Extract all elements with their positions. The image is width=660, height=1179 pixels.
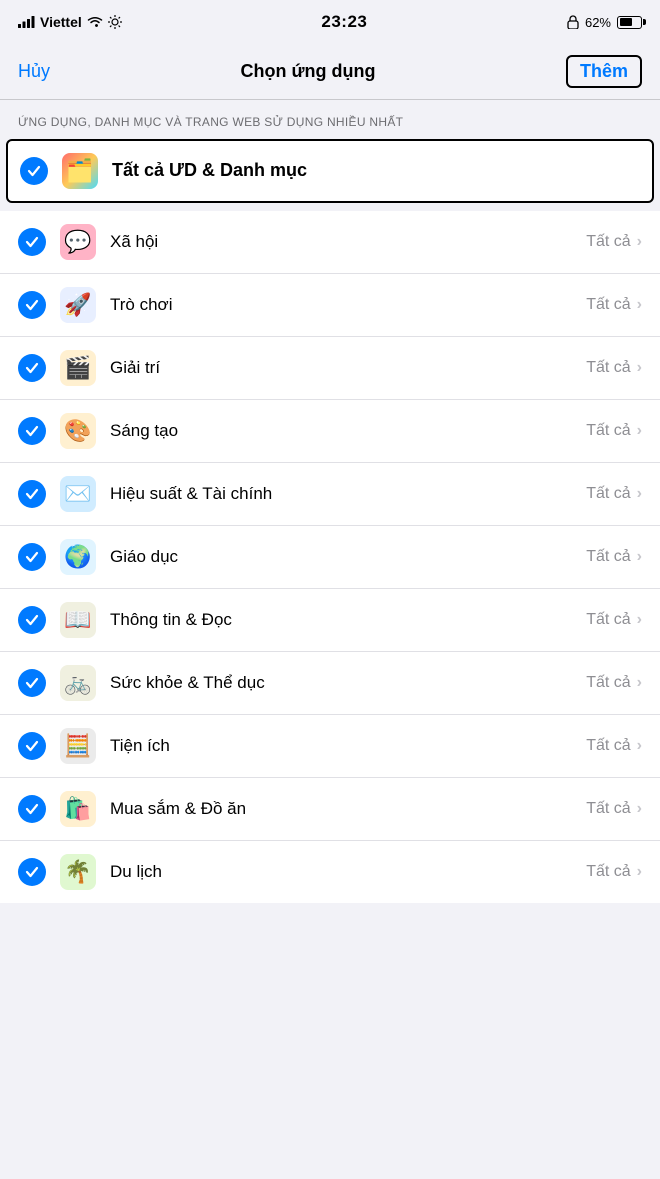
category-icon: 🌴 — [60, 854, 96, 890]
carrier-info: Viettel — [18, 14, 122, 30]
category-value: Tất cả — [586, 737, 630, 755]
check-icon — [20, 157, 48, 185]
list-item[interactable]: 🌍 Giáo dục Tất cả › — [0, 526, 660, 589]
list-item[interactable]: ✉️ Hiệu suất & Tài chính Tất cả › — [0, 463, 660, 526]
category-name: Giải trí — [110, 358, 586, 378]
check-icon — [18, 606, 46, 634]
category-value: Tất cả — [586, 296, 630, 314]
category-name: Hiệu suất & Tài chính — [110, 484, 586, 504]
list-item[interactable]: 🚀 Trò chơi Tất cả › — [0, 274, 660, 337]
chevron-icon: › — [637, 863, 642, 881]
status-right: 62% — [567, 15, 642, 30]
category-name: Giáo dục — [110, 547, 586, 567]
check-icon — [18, 543, 46, 571]
category-icon: 🚀 — [60, 287, 96, 323]
list-item[interactable]: 🎬 Giải trí Tất cả › — [0, 337, 660, 400]
category-icon: 🛍️ — [60, 791, 96, 827]
chevron-icon: › — [637, 422, 642, 440]
list-item[interactable]: 🧮 Tiện ích Tất cả › — [0, 715, 660, 778]
chevron-icon: › — [637, 359, 642, 377]
category-value: Tất cả — [586, 800, 630, 818]
chevron-icon: › — [637, 296, 642, 314]
signal-icon — [18, 16, 35, 28]
check-icon — [18, 795, 46, 823]
category-name: Xã hội — [110, 232, 586, 252]
check-icon — [18, 354, 46, 382]
brightness-icon — [108, 15, 122, 29]
category-icon: 🎨 — [60, 413, 96, 449]
chevron-icon: › — [637, 800, 642, 818]
check-icon — [18, 228, 46, 256]
all-apps-label: Tất cả ƯD & Danh mục — [112, 160, 640, 181]
category-list: 💬 Xã hội Tất cả › 🚀 Trò chơi Tất cả › 🎬 … — [0, 211, 660, 903]
battery-icon — [617, 16, 642, 29]
category-name: Du lịch — [110, 862, 586, 882]
category-name: Mua sắm & Đồ ăn — [110, 799, 586, 819]
carrier-name: Viettel — [40, 14, 82, 30]
status-time: 23:23 — [321, 12, 367, 32]
list-item[interactable]: 🚲 Sức khỏe & Thể dục Tất cả › — [0, 652, 660, 715]
category-name: Trò chơi — [110, 295, 586, 315]
check-icon — [18, 480, 46, 508]
add-button[interactable]: Thêm — [566, 55, 642, 88]
category-icon: 🚲 — [60, 665, 96, 701]
check-icon — [18, 291, 46, 319]
category-value: Tất cả — [586, 611, 630, 629]
list-item[interactable]: 📖 Thông tin & Đọc Tất cả › — [0, 589, 660, 652]
list-item[interactable]: 💬 Xã hội Tất cả › — [0, 211, 660, 274]
lock-icon — [567, 15, 579, 29]
category-name: Sức khỏe & Thể dục — [110, 673, 586, 693]
chevron-icon: › — [637, 674, 642, 692]
category-value: Tất cả — [586, 422, 630, 440]
category-value: Tất cả — [586, 485, 630, 503]
section-header: ỨNG DỤNG, DANH MỤC VÀ TRANG WEB SỬ DỤNG … — [0, 100, 660, 139]
category-name: Tiện ích — [110, 736, 586, 756]
wifi-icon — [87, 16, 103, 28]
chevron-icon: › — [637, 548, 642, 566]
category-icon: 💬 — [60, 224, 96, 260]
battery-percentage: 62% — [585, 15, 611, 30]
category-icon: ✉️ — [60, 476, 96, 512]
list-item[interactable]: 🌴 Du lịch Tất cả › — [0, 841, 660, 903]
chevron-icon: › — [637, 485, 642, 503]
category-icon: 📖 — [60, 602, 96, 638]
chevron-icon: › — [637, 611, 642, 629]
list-item[interactable]: 🎨 Sáng tạo Tất cả › — [0, 400, 660, 463]
category-value: Tất cả — [586, 233, 630, 251]
all-apps-row[interactable]: 🗂️ Tất cả ƯD & Danh mục — [6, 139, 654, 203]
category-icon: 🧮 — [60, 728, 96, 764]
category-name: Thông tin & Đọc — [110, 610, 586, 630]
all-apps-icon: 🗂️ — [62, 153, 98, 189]
nav-bar: Hủy Chọn ứng dụng Thêm — [0, 44, 660, 100]
page-title: Chọn ứng dụng — [241, 61, 376, 82]
check-icon — [18, 669, 46, 697]
list-item[interactable]: 🛍️ Mua sắm & Đồ ăn Tất cả › — [0, 778, 660, 841]
check-icon — [18, 732, 46, 760]
category-name: Sáng tạo — [110, 421, 586, 441]
chevron-icon: › — [637, 233, 642, 251]
category-value: Tất cả — [586, 548, 630, 566]
chevron-icon: › — [637, 737, 642, 755]
category-value: Tất cả — [586, 674, 630, 692]
cancel-button[interactable]: Hủy — [18, 61, 50, 82]
check-icon — [18, 417, 46, 445]
category-value: Tất cả — [586, 359, 630, 377]
category-value: Tất cả — [586, 863, 630, 881]
check-icon — [18, 858, 46, 886]
category-icon: 🎬 — [60, 350, 96, 386]
status-bar: Viettel 23:23 62% — [0, 0, 660, 44]
category-icon: 🌍 — [60, 539, 96, 575]
